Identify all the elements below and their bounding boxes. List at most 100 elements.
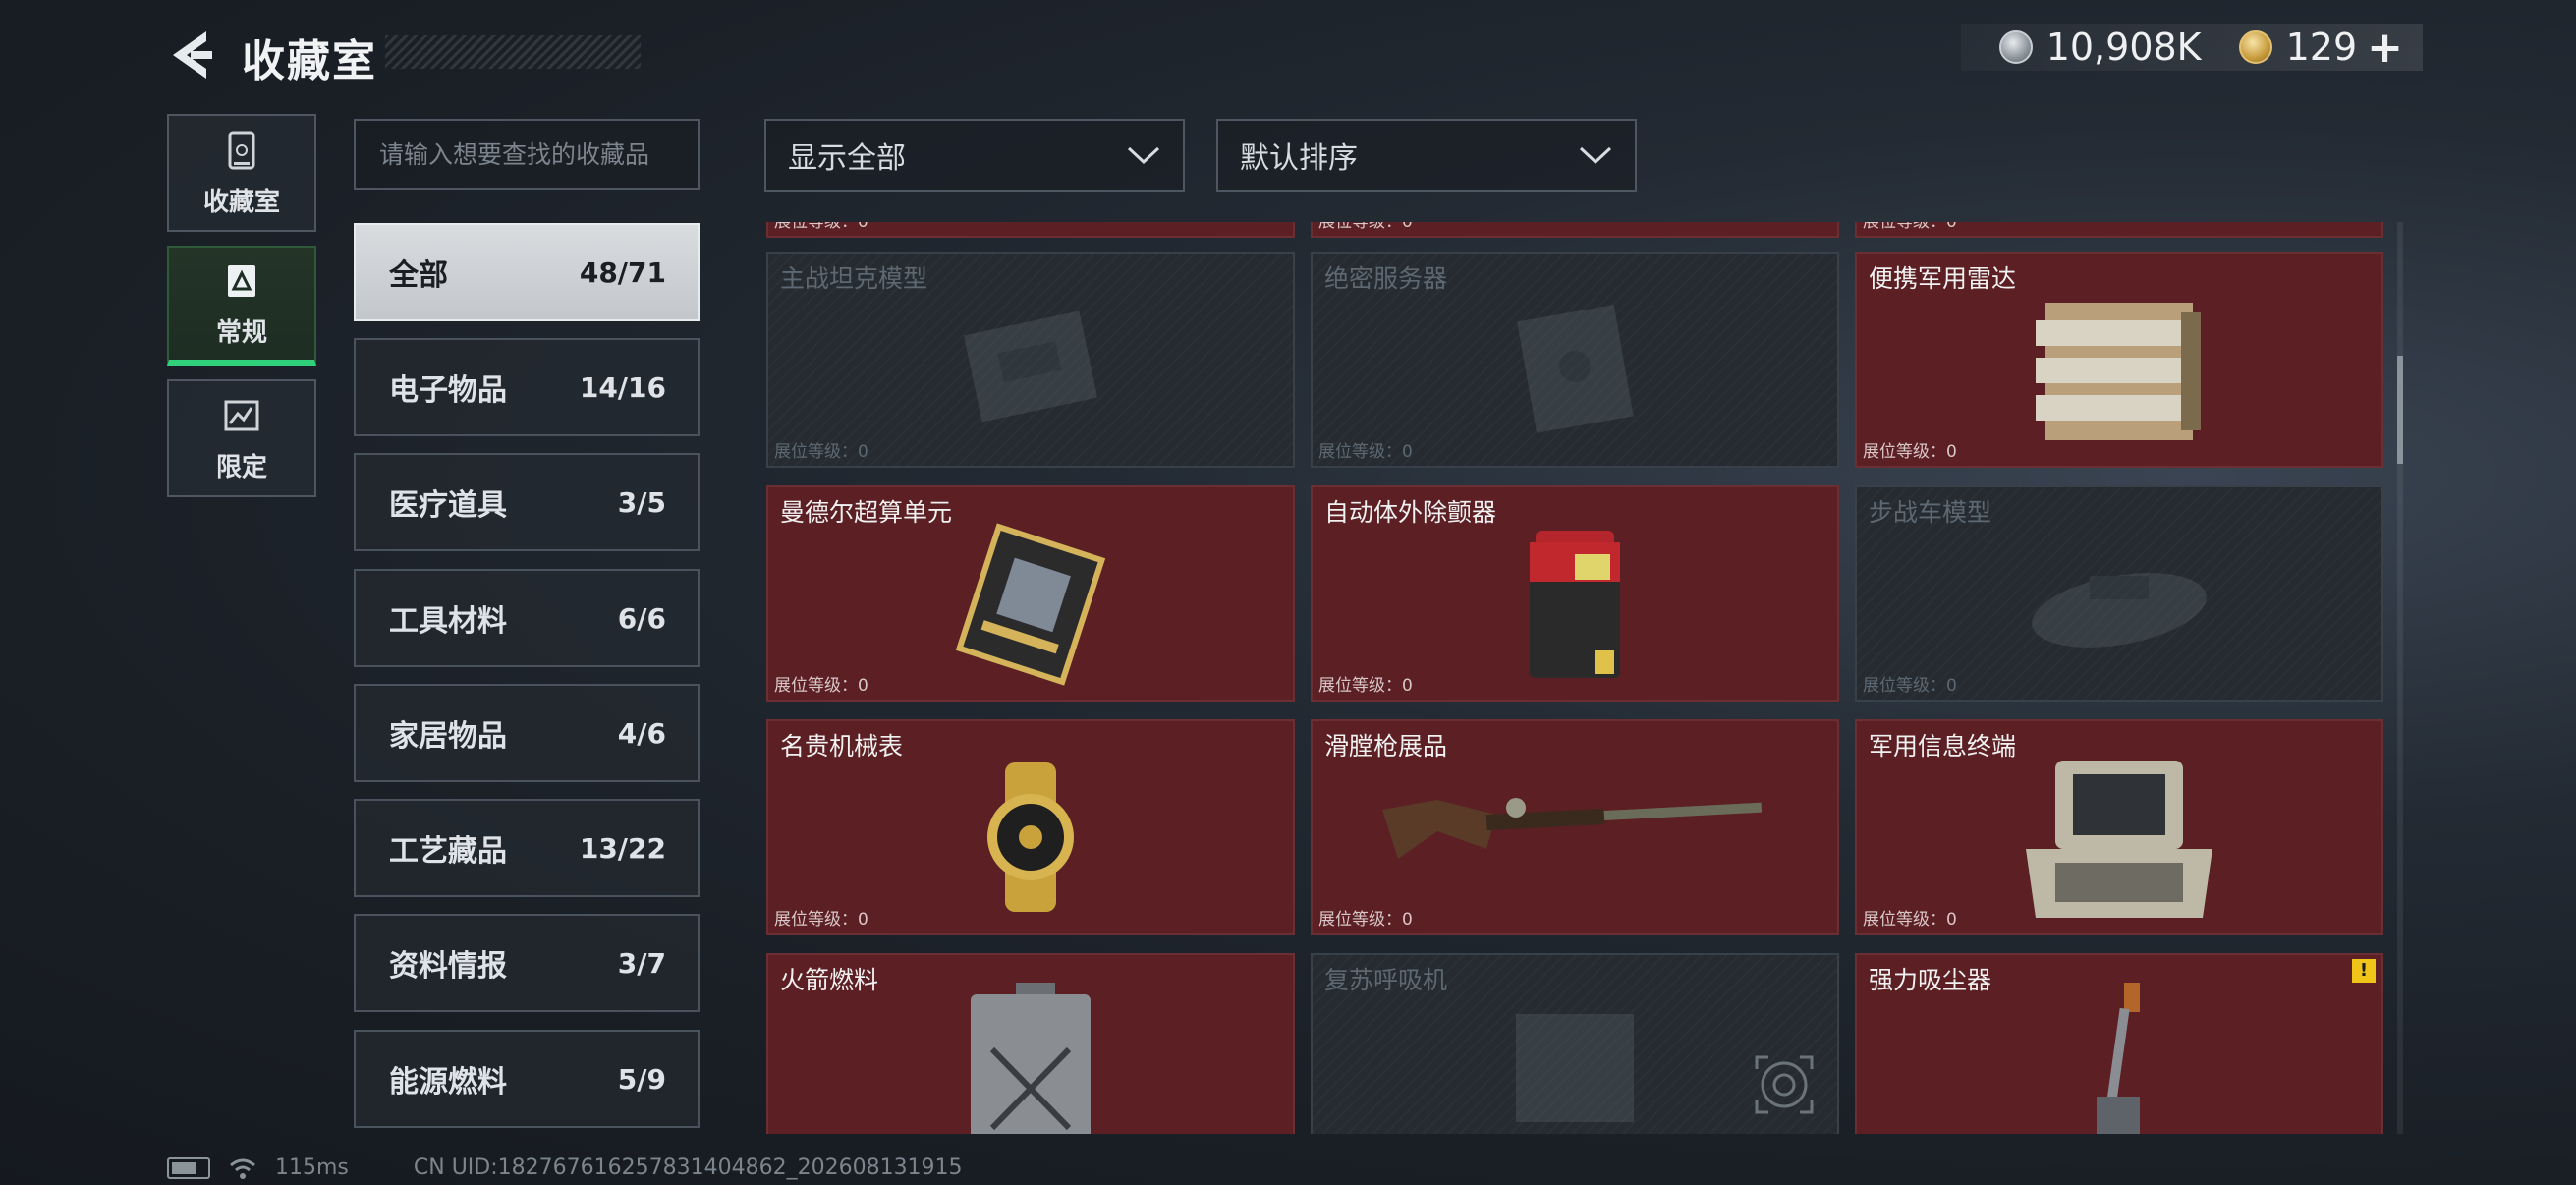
item-level: 展位等级：0 [1318, 442, 1413, 462]
item-level: 展位等级：0 [774, 442, 868, 462]
item-name: 火箭燃料 [780, 966, 879, 994]
category-household[interactable]: 家居物品 4/6 [354, 684, 700, 782]
nav-regular[interactable]: 常规 [167, 246, 316, 366]
category-label: 能源燃料 [389, 1065, 507, 1100]
item-card[interactable]: 绝密服务器 展位等级：0 [1311, 252, 1839, 468]
item-name: 绝密服务器 [1324, 264, 1448, 293]
item-level: 展位等级：0 [774, 222, 868, 232]
server-icon [1517, 305, 1634, 433]
item-name: 曼德尔超算单元 [780, 498, 953, 527]
item-card[interactable]: 火箭燃料 [766, 953, 1295, 1134]
category-label: 全部 [389, 258, 448, 293]
gold-coin-value: 129 [2285, 26, 2358, 69]
item-card[interactable]: 步战车模型 展位等级：0 [1855, 485, 2383, 702]
silver-coin-icon [1998, 30, 2033, 64]
radar-icon [2036, 303, 2201, 440]
gold-coin-icon [2238, 30, 2272, 64]
watch-icon [987, 762, 1074, 912]
nav-label: 收藏室 [202, 187, 280, 217]
item-name: 便携军用雷达 [1869, 264, 2017, 293]
item-level: 展位等级：0 [1863, 910, 1957, 930]
category-tools[interactable]: 工具材料 6/6 [354, 569, 700, 667]
add-currency-button[interactable]: + [2367, 23, 2403, 73]
category-count: 3/7 [617, 946, 666, 980]
wifi-icon [230, 1158, 255, 1179]
regular-icon [228, 264, 255, 297]
item-name: 步战车模型 [1869, 498, 1992, 527]
nav-collection-room[interactable]: 收藏室 [167, 114, 316, 232]
category-count: 6/6 [617, 601, 666, 635]
item-card[interactable]: 强力吸尘器 ! [1855, 953, 2383, 1134]
item-card[interactable]: 名贵机械表 展位等级：0 [766, 719, 1295, 935]
nav-limited[interactable]: 限定 [167, 379, 316, 497]
collection-grid[interactable]: 展位等级：0 展位等级：0 展位等级：0 主战坦克模型 展位等级：0 绝密服务器… [762, 222, 2383, 1134]
item-card[interactable]: 曼德尔超算单元 展位等级：0 [766, 485, 1295, 702]
category-count: 5/9 [617, 1062, 666, 1096]
defibrillator-icon [1530, 531, 1620, 678]
category-fuel[interactable]: 能源燃料 5/9 [354, 1030, 700, 1128]
status-bar: 115ms CN UID:18276761625783140486​2_2026… [167, 1156, 963, 1180]
terminal-icon [2026, 761, 2212, 918]
vacuum-icon [2097, 983, 2140, 1134]
category-count: 48/71 [579, 255, 666, 289]
item-name: 强力吸尘器 [1869, 966, 1992, 994]
category-label: 工具材料 [389, 604, 507, 639]
category-electronics[interactable]: 电子物品 14/16 [354, 338, 700, 436]
item-level: 展位等级：0 [774, 676, 868, 696]
item-level: 展位等级：0 [1863, 222, 1957, 232]
item-level: 展位等级：0 [1318, 910, 1413, 930]
item-name: 名贵机械表 [780, 732, 904, 761]
category-count: 3/5 [617, 485, 666, 519]
category-count: 14/16 [579, 370, 666, 404]
item-level: 展位等级：0 [1863, 442, 1957, 462]
chevron-down-icon [1579, 146, 1612, 165]
item-level: 展位等级：0 [1863, 676, 1957, 696]
item-name: 自动体外除颤器 [1324, 498, 1497, 527]
item-name: 主战坦克模型 [780, 264, 928, 293]
category-count: 4/6 [617, 716, 666, 750]
battery-icon [167, 1157, 210, 1179]
limited-icon [224, 400, 259, 430]
category-medical[interactable]: 医疗道具 3/5 [354, 453, 700, 551]
uid-text: CN UID:18276761625783140486​2_2026081319… [413, 1156, 963, 1180]
item-card[interactable]: 主战坦克模型 展位等级：0 [766, 252, 1295, 468]
item-card[interactable]: 滑膛枪展品 展位等级：0 [1311, 719, 1839, 935]
nav-label: 限定 [215, 452, 267, 482]
item-name: 滑膛枪展品 [1324, 732, 1448, 761]
title-decoration [385, 35, 641, 69]
category-label: 资料情报 [389, 949, 507, 984]
ping-value: 115ms [275, 1156, 349, 1180]
category-label: 医疗道具 [389, 488, 507, 523]
show-filter-dropdown[interactable]: 显示全部 [764, 119, 1185, 192]
item-card[interactable]: 展位等级：0 [1855, 222, 2383, 238]
item-name: 复苏呼吸机 [1324, 966, 1448, 994]
item-level: 展位等级：0 [774, 910, 868, 930]
ifv-model-icon [2032, 573, 2207, 648]
locked-target-icon [1755, 1055, 1814, 1114]
item-card[interactable]: 复苏呼吸机 [1311, 953, 1839, 1134]
item-card[interactable]: 便携军用雷达 展位等级：0 [1855, 252, 2383, 468]
fuel-can-icon [971, 983, 1091, 1134]
ventilator-icon [1516, 1014, 1634, 1122]
grid-scrollbar-thumb[interactable] [2397, 356, 2403, 464]
search-input[interactable] [354, 119, 700, 190]
item-level: 展位等级：0 [1318, 222, 1413, 232]
show-filter-value: 显示全部 [788, 141, 906, 176]
category-label: 工艺藏品 [389, 834, 507, 869]
item-card[interactable]: 自动体外除颤器 展位等级：0 [1311, 485, 1839, 702]
item-card[interactable]: 军用信息终端 展位等级：0 [1855, 719, 2383, 935]
category-all[interactable]: 全部 48/71 [354, 223, 700, 321]
item-card[interactable]: 展位等级：0 [766, 222, 1295, 238]
supercomputer-unit-icon [955, 523, 1106, 686]
item-card[interactable]: 展位等级：0 [1311, 222, 1839, 238]
item-level: 展位等级：0 [1318, 676, 1413, 696]
back-arrow-icon[interactable] [167, 28, 216, 83]
warning-icon: ! [2352, 959, 2376, 983]
category-intel[interactable]: 资料情报 3/7 [354, 914, 700, 1012]
sort-dropdown[interactable]: 默认排序 [1216, 119, 1637, 192]
musket-icon [1382, 798, 1763, 859]
chevron-down-icon [1127, 146, 1160, 165]
silver-coin-value: 10,908K [2045, 26, 2202, 69]
category-label: 家居物品 [389, 719, 507, 754]
category-crafts[interactable]: 工艺藏品 13/22 [354, 799, 700, 897]
